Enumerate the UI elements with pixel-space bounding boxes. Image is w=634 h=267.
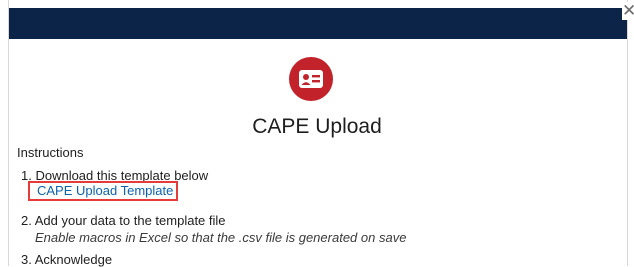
contact-card-icon [289, 57, 333, 101]
dialog-title: CAPE Upload [252, 115, 382, 138]
template-download-link[interactable]: CAPE Upload Template [28, 181, 178, 201]
macro-note: Enable macros in Excel so that the .csv … [35, 230, 407, 245]
close-icon[interactable]: ✕ [622, 2, 634, 20]
step-acknowledge: 3. Acknowledge [21, 252, 113, 267]
instructions-label: Instructions [17, 145, 84, 160]
dialog-header-bar [9, 8, 627, 39]
step-add-data: 2. Add your data to the template file [21, 213, 226, 228]
